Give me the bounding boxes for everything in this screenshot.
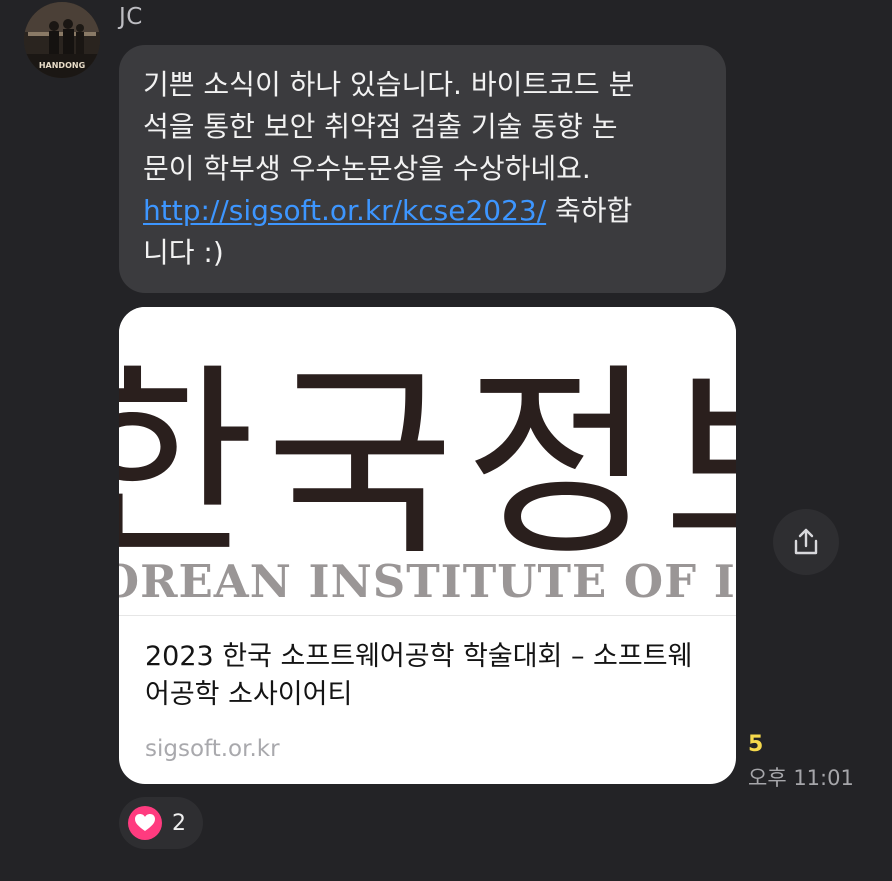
link-preview-image: 한국정보과 KOREAN INSTITUTE OF INFORMATION SC… <box>119 307 736 616</box>
preview-english-text: KOREAN INSTITUTE OF INFORMATION SCIENCE <box>119 555 736 608</box>
link-preview-card[interactable]: 한국정보과 KOREAN INSTITUTE OF INFORMATION SC… <box>119 307 736 784</box>
message-link-suffix: 축하합 <box>546 194 633 227</box>
message-timestamp: 오후 11:01 <box>748 766 854 790</box>
message-line-5: 니다 :) <box>143 236 224 269</box>
avatar[interactable]: HANDONG <box>24 2 100 78</box>
message-line-3: 문이 학부생 우수논문상을 수상하네요. <box>143 152 591 185</box>
reaction-chip[interactable]: 2 <box>119 797 203 849</box>
link-preview-body: 2023 한국 소프트웨어공학 학술대회 – 소프트웨어공학 소사이어티 sig… <box>119 616 736 762</box>
unread-count: 5 <box>748 732 764 757</box>
message-line-4: http://sigsoft.or.kr/kcse2023/ 축하합 <box>143 190 702 232</box>
message-bubble[interactable]: 기쁜 소식이 하나 있습니다. 바이트코드 분 석을 통한 보안 취약점 검출 … <box>119 45 726 293</box>
message-line-1: 기쁜 소식이 하나 있습니다. 바이트코드 분 <box>143 68 635 101</box>
avatar-text: HANDONG <box>39 61 85 70</box>
link-preview-title[interactable]: 2023 한국 소프트웨어공학 학술대회 – 소프트웨어공학 소사이어티 <box>145 638 705 714</box>
share-icon <box>794 528 818 555</box>
preview-korean-text: 한국정보과 <box>119 346 736 584</box>
preview-logo-graphic: 한국정보과 KOREAN INSTITUTE OF INFORMATION SC… <box>119 346 736 608</box>
message-line-2: 석을 통한 보안 취약점 검출 기술 동향 논 <box>143 110 618 143</box>
sender-name: JC <box>119 4 143 30</box>
share-button[interactable] <box>773 509 839 575</box>
heart-icon <box>128 806 162 840</box>
reaction-count: 2 <box>172 810 186 836</box>
link-preview-domain: sigsoft.or.kr <box>145 736 280 762</box>
message-link[interactable]: http://sigsoft.or.kr/kcse2023/ <box>143 194 546 227</box>
avatar-image: HANDONG <box>24 2 100 78</box>
